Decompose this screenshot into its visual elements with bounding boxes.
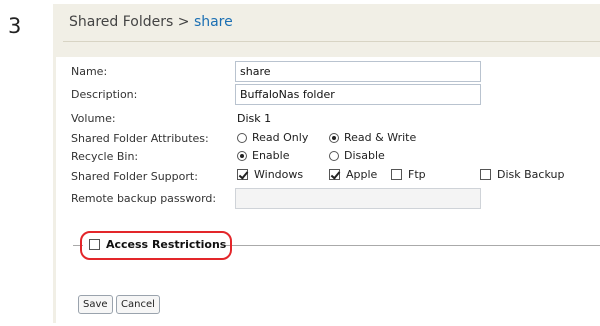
recycle-disable-label: Disable <box>344 149 385 162</box>
save-button[interactable]: Save <box>78 295 113 314</box>
read-only-label: Read Only <box>252 131 309 144</box>
disk-backup-checkbox[interactable] <box>480 169 491 180</box>
read-write-radio-button[interactable] <box>329 132 339 143</box>
disk-backup-label: Disk Backup <box>497 168 565 181</box>
remote-backup-password-label: Remote backup password: <box>71 192 217 205</box>
shared-folder-panel: Shared Folders > share Name: share Descr… <box>53 4 600 326</box>
title-divider <box>63 41 600 42</box>
section-divider-right <box>224 245 600 246</box>
support-apple[interactable]: Apple <box>329 168 377 181</box>
highlight-annotation <box>80 231 232 260</box>
support-disk-backup[interactable]: Disk Backup <box>480 168 564 181</box>
read-write-radio[interactable]: Read & Write <box>329 131 416 144</box>
windows-checkbox[interactable] <box>237 169 248 180</box>
description-label: Description: <box>71 88 138 101</box>
recycle-enable-label: Enable <box>252 149 290 162</box>
folder-settings-form: Name: share Description: BuffaloNas fold… <box>56 57 600 326</box>
name-field[interactable]: share <box>235 61 481 82</box>
read-only-radio[interactable]: Read Only <box>237 131 308 144</box>
recycle-enable-radio-button[interactable] <box>237 150 247 161</box>
breadcrumb: Shared Folders > share <box>69 14 233 30</box>
recycle-disable-radio[interactable]: Disable <box>329 149 385 162</box>
name-label: Name: <box>71 65 108 78</box>
support-ftp[interactable]: Ftp <box>391 168 426 181</box>
ftp-label: Ftp <box>408 168 426 181</box>
windows-label: Windows <box>254 168 304 181</box>
read-write-label: Read & Write <box>344 131 417 144</box>
support-label: Shared Folder Support: <box>71 170 198 183</box>
cancel-button[interactable]: Cancel <box>116 295 160 314</box>
recycle-disable-radio-button[interactable] <box>329 150 339 161</box>
remote-backup-password-field[interactable] <box>235 188 481 209</box>
apple-checkbox[interactable] <box>329 169 340 180</box>
apple-label: Apple <box>346 168 378 181</box>
read-only-radio-button[interactable] <box>237 132 247 143</box>
breadcrumb-current: share <box>193 14 233 30</box>
breadcrumb-parent[interactable]: Shared Folders <box>69 14 173 30</box>
volume-value: Disk 1 <box>237 112 272 125</box>
recycle-enable-radio[interactable]: Enable <box>237 149 289 162</box>
volume-label: Volume: <box>71 112 116 125</box>
recycle-bin-label: Recycle Bin: <box>71 150 139 163</box>
attributes-label: Shared Folder Attributes: <box>71 132 209 145</box>
support-windows[interactable]: Windows <box>237 168 303 181</box>
breadcrumb-separator: > <box>173 14 194 30</box>
description-field[interactable]: BuffaloNas folder <box>235 84 481 105</box>
step-number: 3 <box>8 14 22 38</box>
ftp-checkbox[interactable] <box>391 169 402 180</box>
